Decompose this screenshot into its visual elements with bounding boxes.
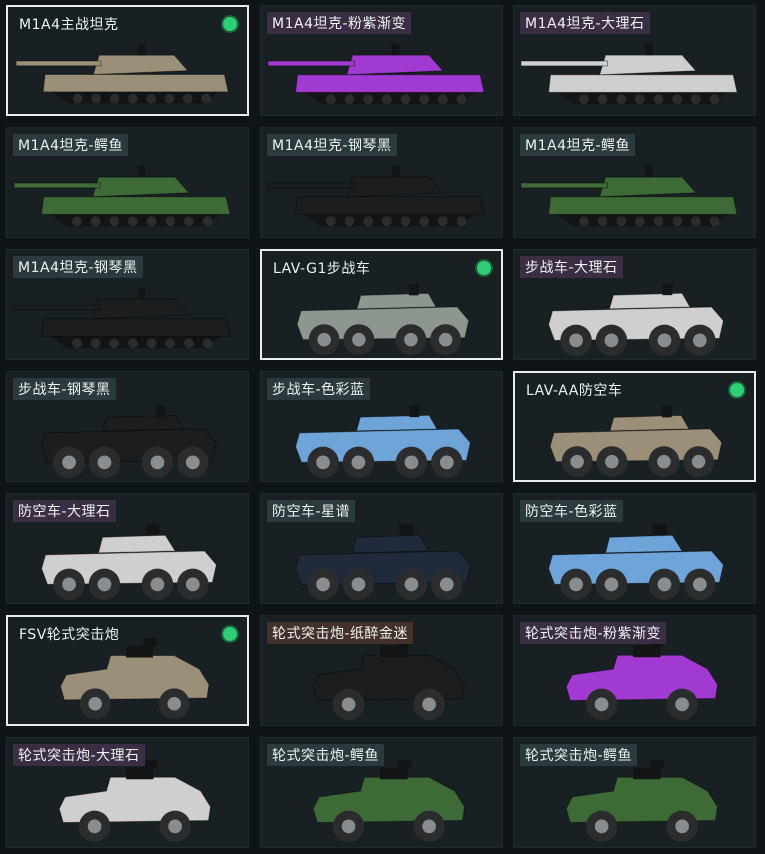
skin-card[interactable]: LAV-G1步战车 (260, 249, 503, 360)
skin-card[interactable]: 步战车-钢琴黑 (6, 371, 249, 482)
skin-card[interactable]: M1A4坦克-钢琴黑 (6, 249, 249, 360)
skin-card[interactable]: 防空车-大理石 (6, 493, 249, 604)
skin-card-label: 轮式突击炮-粉紫渐变 (520, 622, 667, 644)
skin-card[interactable]: M1A4坦克-钢琴黑 (260, 127, 503, 238)
skin-card-label: M1A4主战坦克 (19, 17, 119, 33)
skin-card-label: FSV轮式突击炮 (19, 627, 120, 643)
skin-card[interactable]: 轮式突击炮-鳄鱼 (260, 737, 503, 848)
skin-card-label: 轮式突击炮-纸醉金迷 (267, 622, 414, 644)
skin-card[interactable]: M1A4坦克-大理石 (513, 5, 756, 116)
skin-card[interactable]: 轮式突击炮-粉紫渐变 (513, 615, 756, 726)
skin-card[interactable]: 防空车-色彩蓝 (513, 493, 756, 604)
skin-card-label: M1A4坦克-钢琴黑 (13, 256, 143, 278)
skin-card-label: LAV-G1步战车 (273, 261, 371, 277)
skin-card-label: 轮式突击炮-鳄鱼 (520, 744, 638, 766)
skin-card[interactable]: LAV-AA防空车 (513, 371, 756, 482)
skin-card[interactable]: M1A4坦克-鳄鱼 (6, 127, 249, 238)
skin-card-label: 步战车-钢琴黑 (13, 378, 116, 400)
skin-card-label: M1A4坦克-鳄鱼 (520, 134, 636, 156)
skin-card-label: M1A4坦克-鳄鱼 (13, 134, 129, 156)
skin-card-label: LAV-AA防空车 (526, 383, 623, 399)
skin-card-label: 防空车-色彩蓝 (520, 500, 623, 522)
skin-card-label: M1A4坦克-粉紫渐变 (267, 12, 412, 34)
equipped-indicator-icon (477, 261, 491, 275)
skin-card[interactable]: M1A4主战坦克 (6, 5, 249, 116)
skin-card[interactable]: 轮式突击炮-鳄鱼 (513, 737, 756, 848)
skin-card[interactable]: 步战车-色彩蓝 (260, 371, 503, 482)
skin-card-label: 步战车-大理石 (520, 256, 623, 278)
skin-card-label: 轮式突击炮-鳄鱼 (267, 744, 385, 766)
skin-card[interactable]: M1A4坦克-鳄鱼 (513, 127, 756, 238)
skin-card-label: M1A4坦克-钢琴黑 (267, 134, 397, 156)
equipped-indicator-icon (223, 627, 237, 641)
vehicle-skin-grid: M1A4主战坦克 M1A4坦克-粉紫渐变 M1A4坦克-大理石 M1A4坦克-鳄鱼 M1… (0, 0, 765, 854)
skin-card-label: M1A4坦克-大理石 (520, 12, 650, 34)
skin-card-label: 步战车-色彩蓝 (267, 378, 370, 400)
skin-card[interactable]: FSV轮式突击炮 (6, 615, 249, 726)
skin-card-label: 防空车-星谱 (267, 500, 356, 522)
skin-card[interactable]: 步战车-大理石 (513, 249, 756, 360)
equipped-indicator-icon (730, 383, 744, 397)
skin-card[interactable]: 轮式突击炮-纸醉金迷 (260, 615, 503, 726)
skin-card-label: 轮式突击炮-大理石 (13, 744, 145, 766)
skin-card[interactable]: 防空车-星谱 (260, 493, 503, 604)
skin-card[interactable]: 轮式突击炮-大理石 (6, 737, 249, 848)
skin-card-label: 防空车-大理石 (13, 500, 116, 522)
skin-card[interactable]: M1A4坦克-粉紫渐变 (260, 5, 503, 116)
equipped-indicator-icon (223, 17, 237, 31)
